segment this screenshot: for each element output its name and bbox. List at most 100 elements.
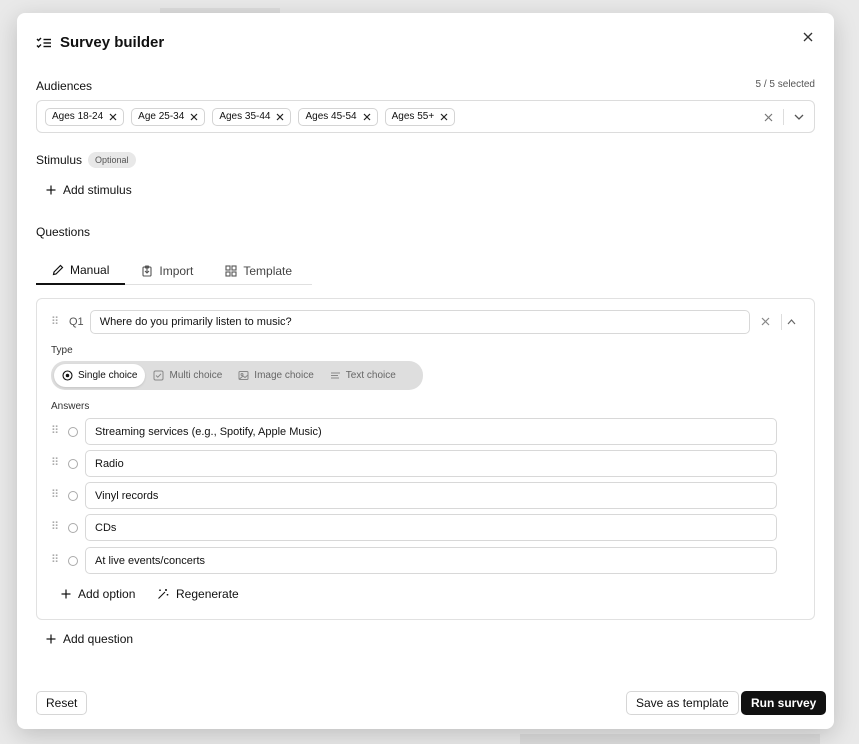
answers-label: Answers — [51, 401, 90, 412]
audiences-label: Audiences — [36, 79, 93, 93]
answer-row: ⠿ Radio — [51, 450, 777, 477]
chip-label: Ages 35-44 — [219, 111, 271, 122]
checkbox-icon — [153, 370, 164, 381]
remove-chip-icon[interactable] — [363, 113, 371, 121]
tab-label: Template — [243, 264, 293, 278]
save-as-template-button[interactable]: Save as template — [626, 691, 739, 715]
remove-chip-icon[interactable] — [440, 113, 448, 121]
question-type-toggle: Single choice Multi choice Image choice … — [51, 361, 423, 390]
radio-icon — [68, 522, 78, 533]
add-question-button[interactable]: Add question — [46, 632, 133, 646]
answer-input[interactable]: At live events/concerts — [85, 547, 777, 574]
dialog-header: Survey builder — [36, 34, 164, 51]
radio-icon — [68, 426, 78, 437]
drag-handle-icon[interactable]: ⠿ — [51, 426, 61, 437]
audience-chip[interactable]: Ages 18-24 — [45, 107, 125, 126]
checklist-icon — [36, 36, 52, 50]
type-label: Type — [51, 345, 73, 356]
grid-icon — [225, 265, 237, 277]
tab-template[interactable]: Template — [209, 257, 308, 285]
close-button[interactable] — [798, 27, 818, 47]
reset-button[interactable]: Reset — [36, 691, 88, 715]
image-icon — [238, 370, 249, 381]
answer-row: ⠿ Vinyl records — [51, 482, 777, 509]
answer-input[interactable]: Vinyl records — [85, 482, 777, 509]
questions-label: Questions — [36, 225, 91, 239]
clear-all-icon[interactable] — [764, 113, 773, 122]
add-stimulus-button[interactable]: Add stimulus — [46, 183, 132, 197]
question-text-input[interactable]: Where do you primarily listen to music? — [89, 310, 750, 334]
plus-icon — [46, 634, 56, 644]
survey-builder-dialog: Survey builder Audiences 5 / 5 selected … — [17, 13, 834, 729]
chevron-up-icon[interactable] — [787, 319, 796, 325]
tab-label: Manual — [70, 263, 110, 277]
magic-wand-icon — [157, 588, 169, 600]
radio-icon — [62, 370, 73, 381]
regenerate-label: Regenerate — [176, 587, 239, 601]
audience-chip[interactable]: Age 25-34 — [131, 107, 206, 126]
add-question-label: Add question — [63, 632, 134, 646]
chip-label: Ages 18-24 — [52, 111, 104, 122]
answer-input[interactable]: Streaming services (e.g., Spotify, Apple… — [85, 418, 777, 445]
answer-input[interactable]: Radio — [85, 450, 777, 477]
regenerate-button[interactable]: Regenerate — [157, 587, 239, 601]
plus-icon — [46, 185, 56, 195]
delete-question-icon[interactable] — [761, 317, 770, 326]
import-icon — [141, 265, 153, 277]
chip-label: Age 25-34 — [138, 111, 185, 122]
type-single-choice[interactable]: Single choice — [54, 364, 146, 387]
optional-badge: Optional — [88, 152, 136, 168]
drag-handle-icon[interactable]: ⠿ — [51, 316, 61, 328]
question-row: ⠿ Q1 Where do you primarily listen to mu… — [51, 310, 750, 334]
stimulus-label: Stimulus — [36, 153, 83, 167]
close-icon — [803, 32, 813, 42]
question-card: ⠿ Q1 Where do you primarily listen to mu… — [36, 298, 815, 620]
audience-chip[interactable]: Ages 45-54 — [298, 107, 378, 126]
drag-handle-icon[interactable]: ⠿ — [51, 522, 61, 533]
run-survey-button[interactable]: Run survey — [741, 691, 827, 715]
answer-row: ⠿ Streaming services (e.g., Spotify, App… — [51, 418, 777, 445]
audience-chip[interactable]: Ages 35-44 — [212, 107, 292, 126]
answer-input[interactable]: CDs — [85, 514, 777, 541]
audience-chip[interactable]: Ages 55+ — [384, 107, 456, 126]
type-option-label: Single choice — [78, 370, 138, 381]
tab-manual[interactable]: Manual — [36, 257, 126, 285]
pencil-icon — [52, 264, 64, 276]
remove-chip-icon[interactable] — [190, 113, 198, 121]
answer-row: ⠿ At live events/concerts — [51, 547, 777, 574]
add-option-label: Add option — [78, 587, 136, 601]
drag-handle-icon[interactable]: ⠿ — [51, 555, 61, 566]
stimulus-header: Stimulus Optional — [36, 152, 136, 168]
divider — [781, 314, 782, 330]
drag-handle-icon[interactable]: ⠿ — [51, 490, 61, 501]
divider — [783, 109, 784, 125]
type-option-label: Text choice — [345, 370, 396, 381]
plus-icon — [61, 589, 71, 599]
tab-import[interactable]: Import — [125, 257, 209, 285]
audiences-multiselect[interactable]: Ages 18-24 Age 25-34 Ages 35-44 Ages 45-… — [36, 100, 815, 133]
type-option-label: Image choice — [254, 370, 314, 381]
type-option-label: Multi choice — [169, 370, 223, 381]
type-text-choice[interactable]: Text choice — [322, 364, 404, 387]
add-option-button[interactable]: Add option — [61, 587, 135, 601]
chip-label: Ages 45-54 — [305, 111, 357, 122]
dialog-title: Survey builder — [60, 34, 165, 51]
chevron-down-icon[interactable] — [794, 114, 804, 120]
radio-icon — [68, 458, 78, 469]
radio-icon — [68, 490, 78, 501]
chip-label: Ages 55+ — [391, 111, 435, 122]
tab-label: Import — [159, 264, 194, 278]
radio-icon — [68, 555, 78, 566]
remove-chip-icon[interactable] — [109, 113, 117, 121]
add-stimulus-label: Add stimulus — [63, 183, 132, 197]
type-multi-choice[interactable]: Multi choice — [145, 364, 230, 387]
remove-chip-icon[interactable] — [276, 113, 284, 121]
type-image-choice[interactable]: Image choice — [230, 364, 321, 387]
audiences-count: 5 / 5 selected — [755, 79, 815, 90]
question-number: Q1 — [69, 316, 84, 328]
drag-handle-icon[interactable]: ⠿ — [51, 458, 61, 469]
answer-row: ⠿ CDs — [51, 514, 777, 541]
text-lines-icon — [330, 370, 341, 381]
audience-actions — [764, 109, 804, 125]
backdrop-strip — [520, 734, 820, 744]
